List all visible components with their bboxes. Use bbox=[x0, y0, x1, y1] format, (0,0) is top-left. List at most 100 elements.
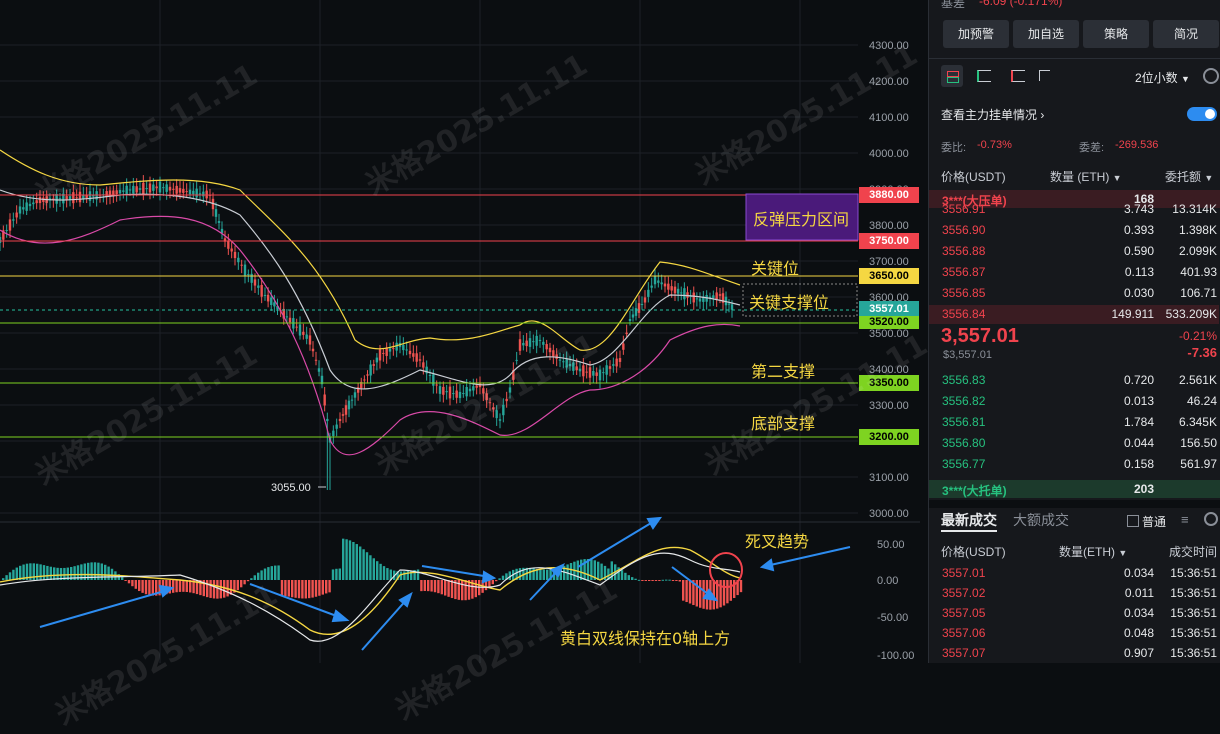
order-row[interactable]: 3556.81 1.784 6.345K bbox=[929, 413, 1219, 432]
order-row[interactable]: 3556.82 0.013 46.24 bbox=[929, 392, 1219, 411]
view-trades-icon[interactable] bbox=[1039, 70, 1050, 81]
normal-checkbox[interactable] bbox=[1127, 515, 1139, 527]
candle-body bbox=[172, 188, 175, 190]
candle-body bbox=[112, 190, 115, 196]
candle-body bbox=[698, 298, 702, 302]
macd-axis-tick: -100.00 bbox=[877, 650, 914, 662]
macd-bar bbox=[127, 580, 131, 584]
order-row[interactable]: 3556.83 0.720 2.561K bbox=[929, 371, 1219, 390]
macd-bar bbox=[382, 566, 386, 580]
macd-bar bbox=[491, 580, 494, 585]
candle-body bbox=[0, 237, 2, 243]
view-bids-icon[interactable] bbox=[977, 70, 991, 82]
candle-body bbox=[148, 183, 152, 193]
settings-icon[interactable] bbox=[1203, 68, 1219, 84]
candle-body bbox=[432, 374, 435, 386]
decimals-select[interactable]: 2位小数 ▼ bbox=[1135, 69, 1190, 86]
candle-body bbox=[243, 264, 247, 276]
macd-bar bbox=[433, 580, 437, 593]
view-asks-icon[interactable] bbox=[1011, 70, 1025, 82]
trade-col-qty[interactable]: 数量(ETH) ▼ bbox=[1059, 543, 1127, 560]
candle-body bbox=[273, 302, 276, 307]
candle-body bbox=[75, 197, 78, 199]
candle-body bbox=[247, 274, 250, 276]
order-row[interactable]: 3556.85 0.030 106.71 bbox=[929, 284, 1219, 303]
macd-bar bbox=[318, 580, 321, 596]
candle-body bbox=[155, 186, 158, 189]
order-row[interactable]: 3556.88 0.590 2.099K bbox=[929, 242, 1219, 261]
add-favorite-button[interactable]: 加自选 bbox=[1013, 20, 1079, 48]
macd-bar bbox=[386, 568, 389, 580]
tab-large-trades[interactable]: 大额成交 bbox=[1013, 510, 1069, 530]
add-alert-button[interactable]: 加预警 bbox=[943, 20, 1009, 48]
order-row[interactable]: 3556.87 0.113 401.93 bbox=[929, 263, 1219, 282]
macd-axis-tick: -50.00 bbox=[877, 612, 908, 624]
strategy-button[interactable]: 策略 bbox=[1083, 20, 1149, 48]
macd-bar bbox=[138, 580, 141, 592]
trade-row: 3557.01 0.034 15:36:51 bbox=[929, 564, 1219, 583]
macd-bar bbox=[12, 569, 15, 580]
order-row[interactable]: 3556.80 0.044 156.50 bbox=[929, 434, 1219, 453]
depth-link[interactable]: 查看主力挂单情况 › bbox=[941, 106, 1044, 123]
candle-body bbox=[142, 182, 145, 195]
trade-qty: 0.048 bbox=[1123, 626, 1154, 640]
change-abs: -7.36 bbox=[1187, 345, 1217, 360]
view-both-icon[interactable] bbox=[941, 65, 963, 87]
macd-bar bbox=[661, 579, 664, 581]
candle-body bbox=[270, 297, 273, 305]
macd-bar bbox=[328, 580, 331, 593]
candle-body bbox=[115, 190, 118, 195]
trade-row: 3557.05 0.034 15:36:51 bbox=[929, 604, 1219, 623]
candle-body bbox=[28, 203, 32, 207]
macd-bar bbox=[631, 577, 634, 580]
price-axis-tick: 4100.00 bbox=[869, 112, 909, 124]
candle-body bbox=[257, 285, 260, 288]
candle-body bbox=[660, 282, 663, 285]
order-row[interactable]: 3556.77 0.158 561.97 bbox=[929, 455, 1219, 474]
macd-bar bbox=[444, 580, 447, 596]
tab-latest-trades[interactable]: 最新成交 bbox=[941, 510, 997, 530]
candle-body bbox=[595, 372, 598, 376]
macd-bar bbox=[416, 569, 420, 580]
chevron-down-icon: ▼ bbox=[1112, 173, 1122, 183]
overview-button[interactable]: 简况 bbox=[1153, 20, 1219, 48]
candle-body bbox=[676, 288, 680, 294]
candle-body bbox=[353, 392, 357, 398]
order-row[interactable]: 3556.91 3.743 13.314K bbox=[929, 200, 1219, 219]
settings-icon[interactable] bbox=[1204, 512, 1218, 526]
candle-body bbox=[428, 374, 432, 376]
macd-bar bbox=[131, 580, 134, 587]
macd-bar bbox=[144, 580, 148, 595]
price-axis-tick: 3300.00 bbox=[869, 400, 909, 412]
candle-body bbox=[372, 364, 375, 366]
macd-bar bbox=[685, 580, 688, 603]
candle-body bbox=[388, 348, 392, 352]
macd-bar bbox=[372, 558, 375, 580]
order-row[interactable]: 3556.84 149.911 533.209K bbox=[929, 305, 1219, 324]
candle-body bbox=[637, 303, 641, 313]
order-row[interactable]: 3556.90 0.393 1.398K bbox=[929, 221, 1219, 240]
macd-bar bbox=[651, 580, 654, 581]
macd-bar bbox=[440, 580, 443, 595]
col-total-header[interactable]: 委托额 ▼ bbox=[1165, 168, 1213, 185]
chart-area[interactable]: 3055.00 4300.004200.004100.004000.003900… bbox=[0, 0, 934, 733]
candle-body bbox=[263, 294, 267, 296]
last-price-usd: $3,557.01 bbox=[943, 349, 992, 361]
candle-body bbox=[382, 352, 385, 354]
filter-icon[interactable]: ≡ bbox=[1181, 512, 1189, 527]
weicha-label: 委差: bbox=[1079, 142, 1105, 154]
row-qty: 1.784 bbox=[1123, 415, 1154, 429]
candle-body bbox=[314, 359, 318, 361]
macd-bar bbox=[314, 580, 318, 597]
macd-bar bbox=[447, 580, 450, 597]
depth-toggle[interactable] bbox=[1187, 107, 1217, 121]
zone-key-support-label: 关键支撑位 bbox=[749, 293, 830, 312]
candle-body bbox=[185, 191, 188, 193]
candle-body bbox=[88, 191, 92, 201]
col-qty-header[interactable]: 数量 (ETH) ▼ bbox=[1050, 168, 1122, 185]
macd-bar bbox=[270, 566, 273, 580]
row-price: 3556.81 bbox=[942, 415, 986, 429]
row-total: 13.314K bbox=[1172, 202, 1217, 216]
candle-body bbox=[260, 284, 263, 297]
candle-body bbox=[395, 342, 398, 351]
